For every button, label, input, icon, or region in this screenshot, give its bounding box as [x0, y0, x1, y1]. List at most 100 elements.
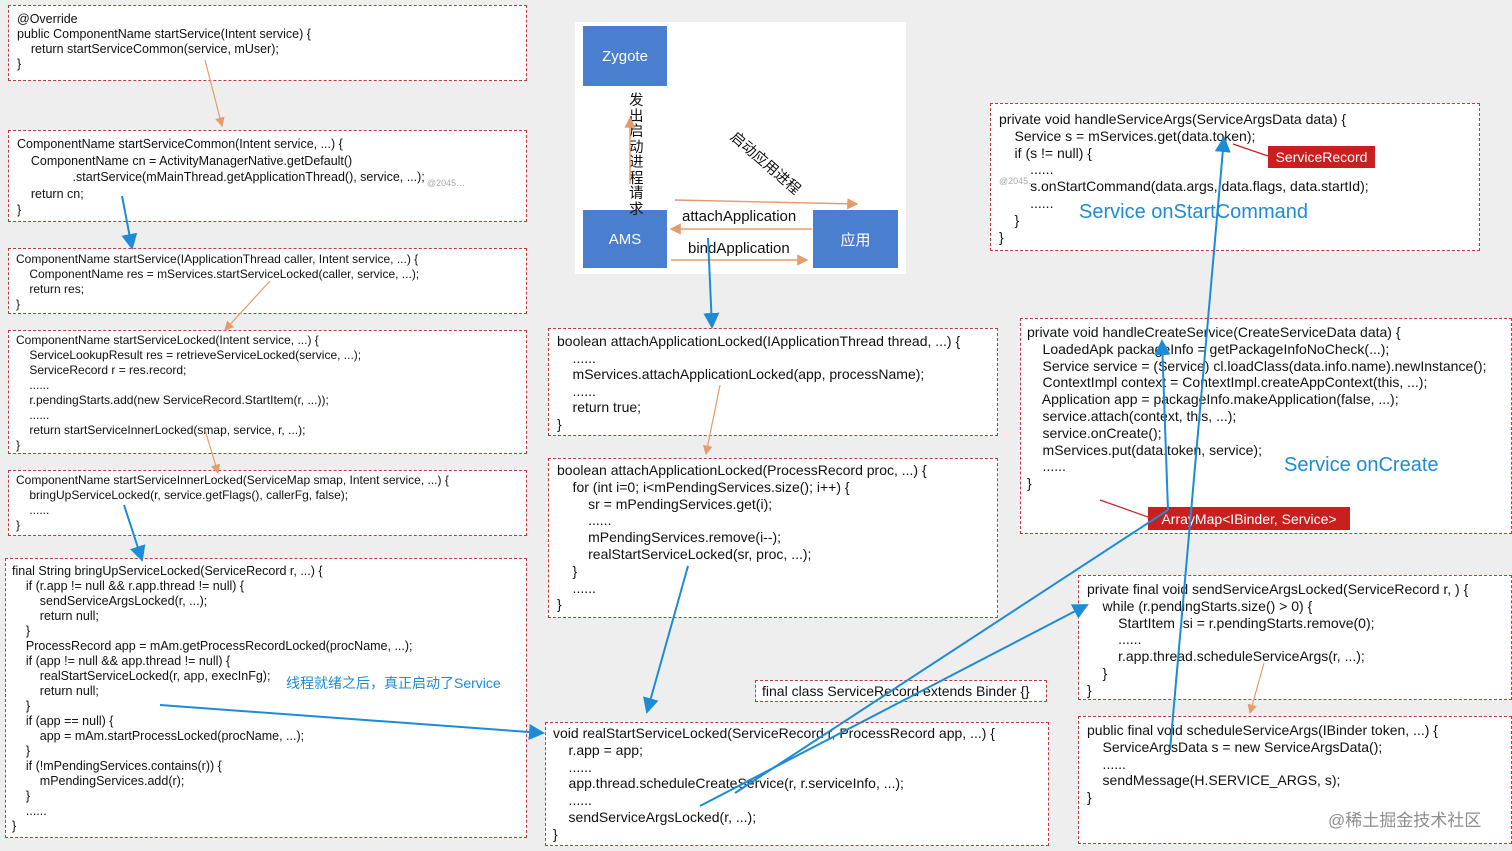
code-line: }: [1027, 475, 1032, 492]
code-line: s.onStartCommand(data.args, data.flags, …: [999, 178, 1369, 195]
code-line: Service service = (Service) cl.loadClass…: [1027, 357, 1487, 374]
code-line: }: [12, 819, 17, 833]
ams-node: AMS: [583, 210, 667, 268]
code-block-startserviceinnerlocked: ComponentName startServiceInnerLocked(Se…: [8, 470, 527, 536]
code-line: private void handleServiceArgs(ServiceAr…: [999, 111, 1347, 127]
code-block-startservicelocked: ComponentName startServiceLocked(Intent …: [8, 330, 527, 454]
code-line: mPendingServices.add(r);: [12, 774, 185, 788]
code-line: ......: [999, 161, 1054, 178]
start-process-request-caption: 发出启动进程请求: [629, 93, 644, 218]
code-line: r.app = app;: [553, 741, 643, 758]
zygote-node: Zygote: [583, 26, 667, 86]
code-line: }: [999, 228, 1004, 245]
code-line: }: [12, 624, 31, 638]
code-line: ......: [553, 758, 592, 775]
bind-application-label: bindApplication: [688, 240, 790, 257]
code-line: mPendingServices.remove(i--);: [557, 529, 782, 546]
code-line: boolean attachApplicationLocked(ProcessR…: [557, 462, 927, 478]
code-line: public final void scheduleServiceArgs(IB…: [1087, 722, 1438, 738]
code-line: ComponentName startServiceInnerLocked(Se…: [16, 473, 449, 487]
code-line: sendServiceArgsLocked(r, ...);: [12, 594, 208, 608]
code-block-handlecreateservice: private void handleCreateService(CreateS…: [1020, 318, 1512, 534]
code-line: ServiceLookupResult res = retrieveServic…: [16, 348, 362, 362]
code-line: ......: [1087, 631, 1142, 648]
code-line: ServiceArgsData s = new ServiceArgsData(…: [1087, 738, 1383, 755]
code-line: }: [557, 415, 562, 432]
code-line: ContextImpl context = ContextImpl.create…: [1027, 374, 1428, 391]
code-line: public ComponentName startService(Intent…: [17, 27, 311, 41]
watermark-1: @2045…: [427, 178, 466, 188]
process-diagram: Zygote AMS 应用 发出启动进程请求 启动应用进程 attachAppl…: [575, 22, 906, 274]
code-line: for (int i=0; i<mPendingServices.size();…: [557, 478, 850, 495]
code-line: }: [12, 744, 31, 758]
code-line: ......: [557, 512, 612, 529]
code-line: ServiceRecord r = res.record;: [16, 363, 187, 377]
code-line: if (app != null && app.thread != null) {: [12, 654, 231, 668]
code-block-servicerecord-class: final class ServiceRecord extends Binder…: [755, 680, 1047, 702]
code-line: ComponentName res = mServices.startServi…: [16, 267, 420, 281]
code-line: Application app = packageInfo.makeApplic…: [1027, 391, 1399, 408]
code-line: void realStartServiceLocked(ServiceRecor…: [553, 725, 995, 741]
code-line: app = mAm.startProcessLocked(procName, .…: [12, 729, 305, 743]
code-line: service.attach(context, this, ...);: [1027, 407, 1237, 424]
code-block-handleserviceargs: private void handleServiceArgs(ServiceAr…: [990, 103, 1480, 251]
code-line: ......: [1087, 755, 1126, 772]
code-line: while (r.pendingStarts.size() > 0) {: [1087, 597, 1313, 614]
code-line: if (s != null) {: [999, 144, 1092, 161]
code-line: r.pendingStarts.add(new ServiceRecord.St…: [16, 393, 329, 407]
code-line: ComponentName cn = ActivityManagerNative…: [17, 153, 353, 168]
code-line: boolean attachApplicationLocked(IApplica…: [557, 333, 961, 349]
code-line: sendMessage(H.SERVICE_ARGS, s);: [1087, 772, 1341, 789]
code-line: if (app == null) {: [12, 714, 114, 728]
code-line: ......: [12, 804, 47, 818]
code-line: ......: [557, 579, 596, 596]
code-line: }: [557, 562, 578, 579]
code-line: r.app.thread.scheduleServiceArgs(r, ...)…: [1087, 648, 1365, 665]
code-line: LoadedApk packageInfo = getPackageInfoNo…: [1027, 340, 1390, 357]
code-line: if (!mPendingServices.contains(r)) {: [12, 759, 222, 773]
code-line: Service s = mServices.get(data.token);: [999, 127, 1256, 144]
on-create-note: Service onCreate: [1284, 454, 1439, 476]
code-line: return startServiceCommon(service, mUser…: [17, 42, 279, 56]
code-line: @Override: [17, 12, 78, 26]
code-line: }: [1087, 789, 1092, 806]
code-line: return startServiceInnerLocked(smap, ser…: [16, 423, 306, 437]
code-line: return null;: [12, 609, 99, 623]
code-line: ......: [16, 503, 50, 517]
code-block-sendserviceargslocked: private final void sendServiceArgsLocked…: [1078, 575, 1512, 700]
code-line: ProcessRecord app = mAm.getProcessRecord…: [12, 639, 413, 653]
code-line: ComponentName startServiceCommon(Intent …: [17, 137, 343, 151]
code-line: sr = mPendingServices.get(i);: [557, 495, 773, 512]
code-line: sendServiceArgsLocked(r, ...);: [553, 808, 757, 825]
code-line: }: [17, 57, 22, 71]
service-record-tag: ServiceRecord: [1268, 146, 1375, 168]
array-map-tag: ArrayMap<IBinder, Service>: [1148, 507, 1350, 530]
code-line: }: [1087, 681, 1092, 698]
code-block-startservice: @Override public ComponentName startServi…: [8, 5, 527, 81]
code-block-ams-startservice: ComponentName startService(IApplicationT…: [8, 248, 527, 314]
code-line: ......: [557, 349, 596, 366]
code-line: }: [17, 203, 22, 217]
code-line: realStartServiceLocked(sr, proc, ...);: [557, 545, 812, 562]
code-line: final class ServiceRecord extends Binder…: [762, 683, 1030, 699]
code-line: if (r.app != null && r.app.thread != nul…: [12, 579, 245, 593]
watermark-2: @2045…: [999, 176, 1038, 186]
code-line: bringUpServiceLocked(r, service.getFlags…: [16, 488, 349, 502]
site-watermark: @稀土掘金技术社区: [1328, 811, 1482, 830]
code-line: }: [1087, 664, 1108, 681]
code-line: return res;: [16, 282, 85, 296]
code-line: private final void sendServiceArgsLocked…: [1087, 581, 1469, 597]
start-app-process-caption: 启动应用进程: [726, 129, 804, 199]
code-line: }: [12, 789, 31, 803]
code-line: ......: [16, 378, 50, 392]
code-line: ......: [16, 408, 50, 422]
code-block-attachapplicationlocked-services: boolean attachApplicationLocked(ProcessR…: [548, 458, 998, 618]
code-line: StartItem si = r.pendingStarts.remove(0)…: [1087, 614, 1375, 631]
code-block-bringupservicelocked: final String bringUpServiceLocked(Servic…: [5, 558, 527, 838]
code-line: service.onCreate();: [1027, 424, 1162, 441]
code-line: }: [16, 518, 21, 532]
code-line: }: [16, 438, 21, 452]
code-line: return true;: [557, 399, 642, 415]
code-line: private void handleCreateService(CreateS…: [1027, 324, 1401, 340]
code-line: ......: [557, 382, 596, 399]
